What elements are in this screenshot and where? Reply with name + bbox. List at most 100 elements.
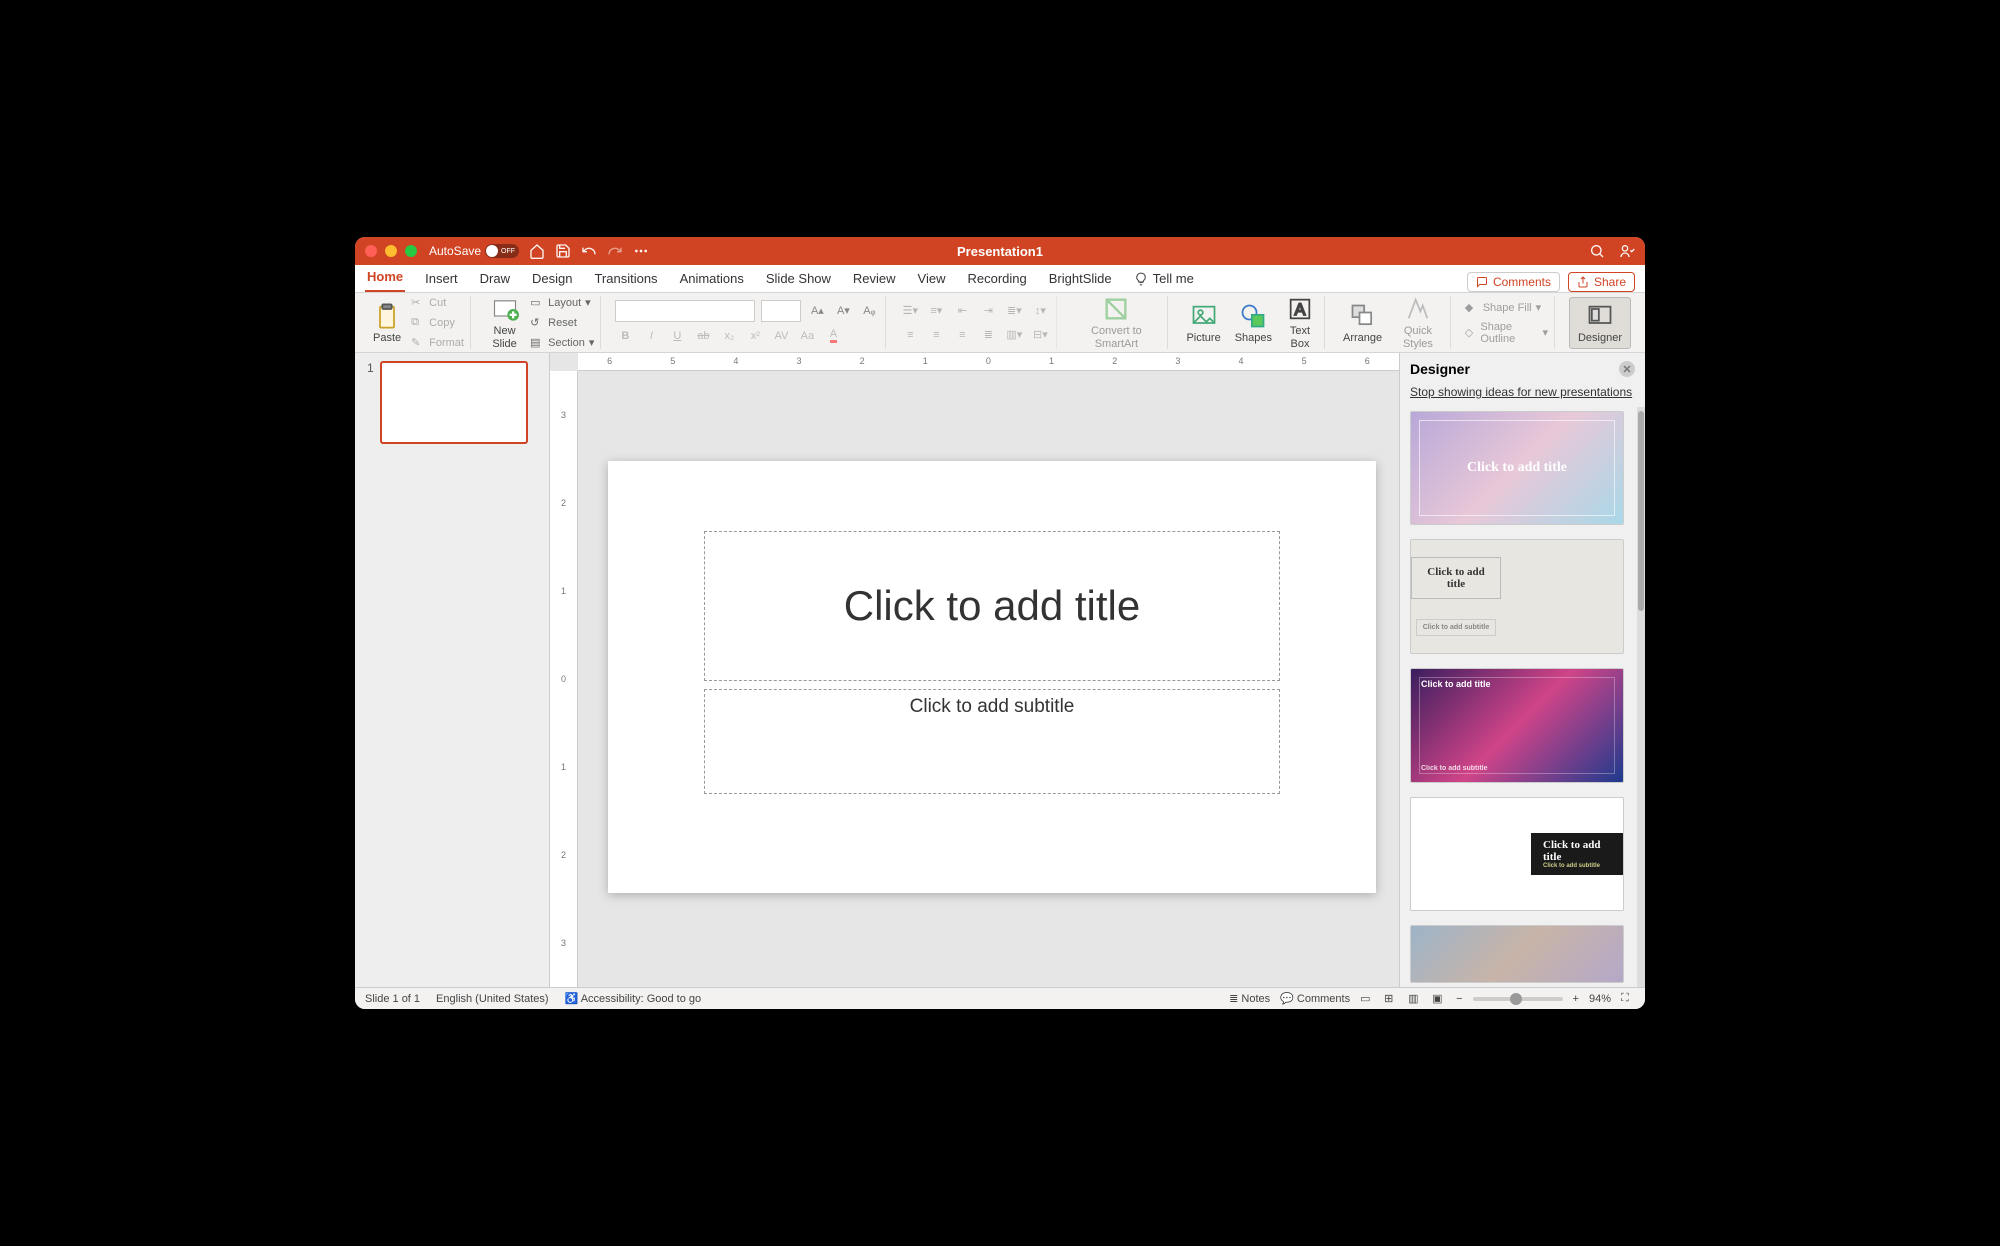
highlight-icon[interactable]: AV xyxy=(771,326,791,346)
cut-button[interactable]: ✂Cut xyxy=(411,295,464,311)
layout-icon: ▭ xyxy=(530,296,544,310)
design-idea[interactable]: Click to add titleClick to add subtitle xyxy=(1410,539,1624,653)
italic-icon[interactable]: I xyxy=(641,326,661,346)
numbering-icon[interactable]: ≡▾ xyxy=(926,301,946,321)
layout-button[interactable]: ▭Layout▾ xyxy=(530,295,594,311)
stop-showing-link[interactable]: Stop showing ideas for new presentations xyxy=(1400,385,1645,407)
maximize-window-button[interactable] xyxy=(405,245,417,257)
zoom-slider[interactable] xyxy=(1473,997,1563,1001)
design-idea[interactable]: Click to add titleClick to add subtitle xyxy=(1410,797,1624,911)
redo-icon[interactable] xyxy=(607,243,623,259)
shape-fill-button[interactable]: ◆Shape Fill▾ xyxy=(1465,300,1548,316)
more-icon[interactable] xyxy=(633,243,649,259)
notes-button[interactable]: ≣ Notes xyxy=(1229,992,1270,1005)
design-idea[interactable]: Click to add title Click to add subtitle xyxy=(1410,668,1624,783)
tab-brightslide[interactable]: BrightSlide xyxy=(1047,267,1114,292)
picture-button[interactable]: Picture xyxy=(1182,300,1224,346)
bold-icon[interactable]: B xyxy=(615,326,635,346)
tab-design[interactable]: Design xyxy=(530,267,574,292)
comments-button[interactable]: 💬 Comments xyxy=(1280,992,1350,1005)
title-placeholder[interactable]: Click to add title xyxy=(704,531,1280,681)
undo-icon[interactable] xyxy=(581,243,597,259)
format-painter-button[interactable]: ✎Format xyxy=(411,335,464,351)
language-indicator[interactable]: English (United States) xyxy=(436,993,549,1005)
align-left-icon[interactable]: ≡ xyxy=(900,325,920,345)
slide[interactable]: Click to add title Click to add subtitle xyxy=(608,461,1376,893)
close-icon[interactable]: ✕ xyxy=(1619,361,1635,377)
superscript-icon[interactable]: x² xyxy=(745,326,765,346)
clear-format-icon[interactable]: Aᵩ xyxy=(859,301,879,321)
tell-me[interactable]: Tell me xyxy=(1132,267,1196,292)
vertical-ruler: 3210123 xyxy=(550,371,578,987)
subscript-icon[interactable]: x₂ xyxy=(719,326,739,346)
accessibility-status[interactable]: ♿ Accessibility: Good to go xyxy=(565,992,702,1005)
copy-button[interactable]: ⧉Copy xyxy=(411,315,464,331)
new-slide-button[interactable]: New Slide xyxy=(485,293,524,351)
font-family-selector[interactable] xyxy=(615,300,755,322)
tab-review[interactable]: Review xyxy=(851,267,898,292)
zoom-out-icon[interactable]: − xyxy=(1456,993,1462,1005)
tab-home[interactable]: Home xyxy=(365,265,405,292)
reading-view-icon[interactable]: ▥ xyxy=(1408,992,1422,1006)
shapes-icon xyxy=(1239,302,1267,330)
design-idea[interactable] xyxy=(1410,925,1624,983)
search-icon[interactable] xyxy=(1589,243,1605,259)
paste-button[interactable]: Paste xyxy=(369,300,405,346)
tab-transitions[interactable]: Transitions xyxy=(592,267,659,292)
autosave-toggle[interactable]: AutoSave OFF xyxy=(429,244,519,258)
slideshow-view-icon[interactable]: ▣ xyxy=(1432,992,1446,1006)
minimize-window-button[interactable] xyxy=(385,245,397,257)
change-case-icon[interactable]: Aa xyxy=(797,326,817,346)
font-size-selector[interactable] xyxy=(761,300,801,322)
shape-outline-button[interactable]: ◇Shape Outline▾ xyxy=(1465,320,1548,346)
indent-icon[interactable]: ⇥ xyxy=(978,301,998,321)
tab-animations[interactable]: Animations xyxy=(678,267,746,292)
normal-view-icon[interactable]: ▭ xyxy=(1360,992,1374,1006)
comments-button[interactable]: Comments xyxy=(1467,272,1560,292)
section-button[interactable]: ▤Section▾ xyxy=(530,335,594,351)
text-direction-icon[interactable]: ↕▾ xyxy=(1030,301,1050,321)
underline-icon[interactable]: U xyxy=(667,326,687,346)
arrange-button[interactable]: Arrange xyxy=(1339,300,1386,346)
group-paragraph: ☰▾ ≡▾ ⇤ ⇥ ≣▾ ↕▾ ≡ ≡ ≡ ≣ ▥▾ ⊟▾ xyxy=(894,296,1057,349)
save-icon[interactable] xyxy=(555,243,571,259)
convert-smartart-button[interactable]: Convert to SmartArt xyxy=(1071,293,1161,351)
tab-recording[interactable]: Recording xyxy=(966,267,1029,292)
slide-thumbnail[interactable] xyxy=(380,361,528,444)
tab-slideshow[interactable]: Slide Show xyxy=(764,267,833,292)
design-ideas-list[interactable]: Click to add title Click to add titleCli… xyxy=(1400,407,1637,987)
zoom-in-icon[interactable]: + xyxy=(1573,993,1579,1005)
fit-to-window-icon[interactable]: ⛶ xyxy=(1621,992,1635,1006)
strike-icon[interactable]: ab xyxy=(693,326,713,346)
decrease-font-icon[interactable]: A▾ xyxy=(833,301,853,321)
shapes-button[interactable]: Shapes xyxy=(1231,300,1276,346)
design-idea[interactable]: Click to add title xyxy=(1410,411,1624,525)
align-right-icon[interactable]: ≡ xyxy=(952,325,972,345)
tab-insert[interactable]: Insert xyxy=(423,267,460,292)
quick-styles-button[interactable]: Quick Styles xyxy=(1392,293,1444,351)
outdent-icon[interactable]: ⇤ xyxy=(952,301,972,321)
tab-draw[interactable]: Draw xyxy=(478,267,512,292)
reset-button[interactable]: ↺Reset xyxy=(530,315,594,331)
zoom-level[interactable]: 94% xyxy=(1589,993,1611,1005)
tab-view[interactable]: View xyxy=(916,267,948,292)
home-icon[interactable] xyxy=(529,243,545,259)
sorter-view-icon[interactable]: ⊞ xyxy=(1384,992,1398,1006)
lightbulb-icon xyxy=(1134,272,1148,286)
close-window-button[interactable] xyxy=(365,245,377,257)
app-window: AutoSave OFF Presentation1 Home Insert D… xyxy=(355,237,1645,1009)
account-icon[interactable] xyxy=(1619,243,1635,259)
designer-button[interactable]: Designer xyxy=(1569,297,1631,349)
textbox-button[interactable]: AText Box xyxy=(1282,293,1318,351)
bullets-icon[interactable]: ☰▾ xyxy=(900,301,920,321)
align-text-icon[interactable]: ⊟▾ xyxy=(1030,325,1050,345)
columns-icon[interactable]: ▥▾ xyxy=(1004,325,1024,345)
share-button[interactable]: Share xyxy=(1568,272,1635,292)
align-center-icon[interactable]: ≡ xyxy=(926,325,946,345)
font-color-icon[interactable]: A xyxy=(823,326,843,346)
designer-scrollbar[interactable] xyxy=(1637,407,1645,987)
increase-font-icon[interactable]: A▴ xyxy=(807,301,827,321)
subtitle-placeholder[interactable]: Click to add subtitle xyxy=(704,689,1280,794)
justify-icon[interactable]: ≣ xyxy=(978,325,998,345)
line-spacing-icon[interactable]: ≣▾ xyxy=(1004,301,1024,321)
